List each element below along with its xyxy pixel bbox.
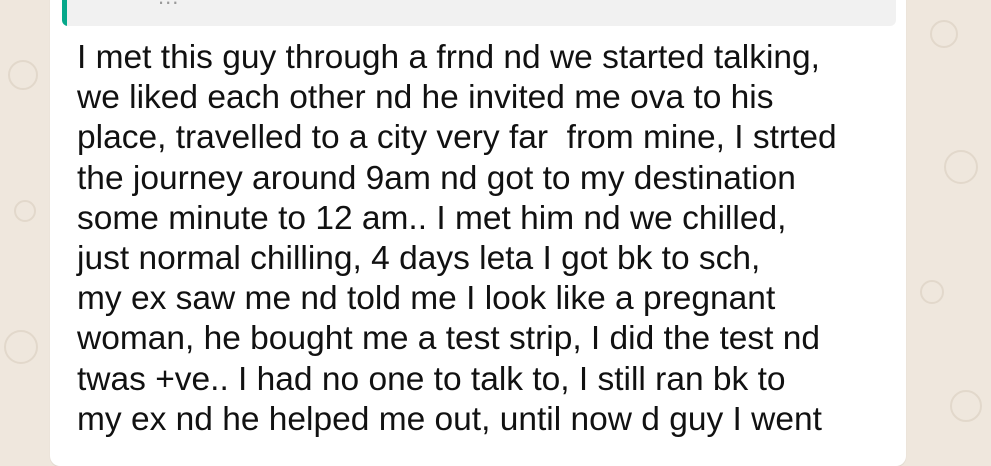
message-line: the journey around 9am nd got to my dest…	[77, 159, 796, 197]
wallpaper-doodle	[14, 200, 36, 222]
wallpaper-doodle	[930, 20, 958, 48]
quote-accent-bar	[62, 0, 67, 26]
message-line: woman, he bought me a test strip, I did …	[77, 320, 821, 358]
message-line: I met this guy through a frnd nd we star…	[77, 39, 820, 76]
wallpaper-doodle	[950, 390, 982, 422]
quote-preview-text: ...	[158, 0, 179, 10]
message-line: just normal chilling, 4 days leta I got …	[77, 240, 761, 278]
message-line: my ex saw me nd told me I look like a pr…	[77, 280, 776, 318]
message-line: twas +ve.. I had no one to talk to, I st…	[77, 360, 786, 398]
wallpaper-doodle	[920, 280, 944, 304]
wallpaper-doodle	[4, 330, 38, 364]
wallpaper-doodle	[8, 60, 38, 90]
message-line: place, travelled to a city very far from…	[77, 119, 837, 157]
wallpaper-doodle	[944, 150, 978, 184]
message-line: we liked each other nd he invited me ova…	[77, 79, 774, 117]
message-text: I met this guy through a frnd nd we star…	[77, 38, 897, 440]
message-line: my ex nd he helped me out, until now d g…	[77, 400, 822, 438]
message-line: some minute to 12 am.. I met him nd we c…	[77, 199, 787, 237]
quoted-message[interactable]: ...	[62, 0, 896, 26]
